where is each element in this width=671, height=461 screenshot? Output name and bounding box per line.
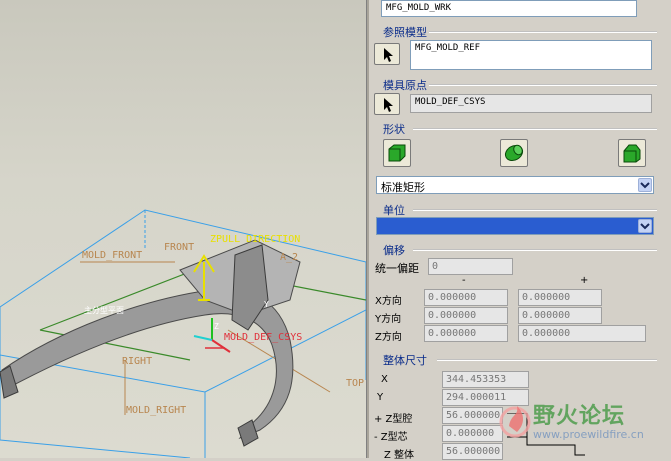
shape-box-button[interactable] (383, 139, 411, 167)
model-drawing (0, 209, 366, 458)
overall-size-section-title: 整体尺寸 (383, 354, 427, 367)
divider (413, 128, 657, 130)
front-datum-label: FRONT (164, 242, 195, 253)
core-z-value: 0.000000 (442, 425, 503, 442)
shape-section-title: 形状 (383, 123, 405, 136)
y-offset-plus-input[interactable]: 0.000000 (518, 307, 602, 324)
shape-dropdown[interactable]: 标准矩形 (376, 176, 654, 194)
auto-workpiece-panel: MFG_MOLD_WRK 参照模型 MFG_MOLD_REF 模具原点 MOLD… (369, 0, 671, 461)
z-offset-minus-input[interactable]: 0.000000 (424, 325, 508, 342)
workpiece-name-field[interactable]: MFG_MOLD_WRK (381, 0, 637, 17)
divider (437, 359, 657, 361)
shape-custom-button[interactable] (618, 139, 646, 167)
arrow-pointer-icon (384, 48, 393, 62)
z-offset-plus-input[interactable]: 0.000000 (518, 325, 646, 342)
mold-front-datum-label: MOLD_FRONT (82, 250, 143, 261)
right-datum-label: RIGHT (122, 356, 153, 367)
uniform-offset-input[interactable]: 0 (428, 258, 513, 275)
select-mold-origin-button[interactable] (374, 93, 400, 115)
chevron-down-icon (640, 223, 650, 230)
mold-origin-field[interactable]: MOLD_DEF_CSYS (410, 94, 652, 113)
ref-model-field[interactable]: MFG_MOLD_REF (410, 40, 652, 70)
x-offset-minus-input[interactable]: 0.000000 (424, 289, 508, 306)
overall-y-value: 294.000011 (442, 389, 529, 406)
unit-section-title: 单位 (383, 204, 405, 217)
parting-plane-label: 主分型平面 (84, 306, 124, 315)
overall-x-value: 344.453353 (442, 371, 529, 388)
y-offset-minus-input[interactable]: 0.000000 (424, 307, 508, 324)
cylinder-shape-icon (504, 144, 524, 162)
z-axis-label: Z (214, 322, 219, 331)
box-shape-icon (388, 144, 406, 162)
axis-a2-label: A_2 (280, 252, 299, 263)
dropdown-arrow[interactable] (638, 219, 652, 233)
mold-right-datum-label: MOLD_RIGHT (126, 405, 187, 416)
divider (429, 31, 657, 33)
unit-dropdown[interactable] (376, 217, 654, 235)
zpull-direction-label: ZPULL DIRECTION (210, 234, 301, 245)
overall-x-label: X (381, 374, 388, 385)
x-offset-plus-input[interactable]: 0.000000 (518, 289, 602, 306)
select-ref-model-button[interactable] (374, 43, 400, 65)
y-axis-label: Y (264, 300, 269, 309)
divider (413, 249, 657, 251)
offset-section-title: 偏移 (383, 244, 405, 257)
arrow-pointer-icon (384, 98, 393, 112)
ref-model-section-title: 参照模型 (383, 26, 427, 39)
y-offset-label: Y方向 (375, 314, 402, 325)
chevron-down-icon (640, 182, 650, 189)
top-datum-label: TOP (346, 378, 365, 389)
x-offset-label: X方向 (375, 296, 402, 307)
overall-y-label: Y (377, 392, 384, 403)
core-z-label: - Z型芯 (374, 432, 408, 443)
shape-selected-value: 标准矩形 (381, 181, 425, 194)
z-sum-bracket (507, 413, 585, 456)
mold-origin-section-title: 模具原点 (383, 79, 427, 92)
cavity-z-value: 56.000000 (442, 407, 503, 424)
graphics-window[interactable]: FRONT MOLD_FRONT ZPULL DIRECTION A_2 RIG… (0, 0, 366, 458)
z-offset-label: Z方向 (375, 332, 402, 343)
dropdown-arrow[interactable] (638, 178, 652, 192)
plus-column-header: + (580, 275, 589, 286)
divider (429, 84, 657, 86)
overall-z-value: 56.000000 (442, 443, 503, 460)
minus-column-header: - (462, 275, 466, 286)
divider (413, 209, 657, 211)
mold-csys-label: MOLD_DEF_CSYS (224, 332, 303, 343)
cavity-z-label: + Z型腔 (374, 414, 413, 425)
uniform-offset-label: 统一偏距 (375, 262, 419, 275)
shape-cylinder-button[interactable] (500, 139, 528, 167)
overall-z-label: Z 整体 (384, 450, 415, 461)
custom-shape-icon (623, 144, 641, 163)
